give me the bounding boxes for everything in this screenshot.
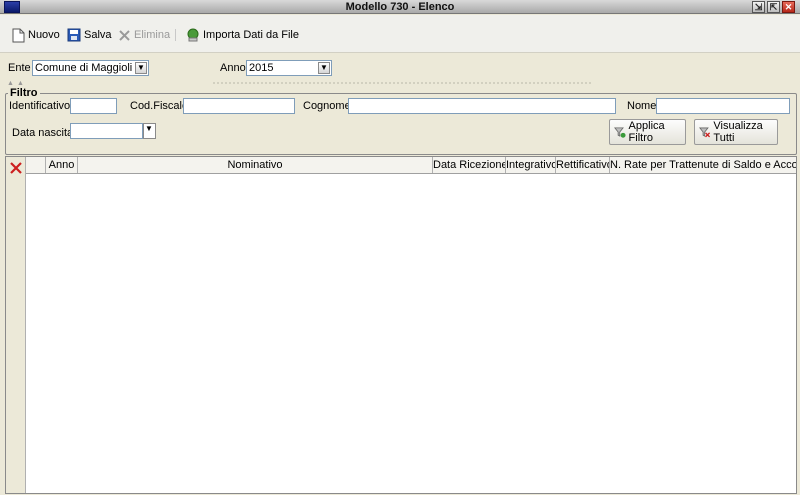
nome-label: Nome [627,100,657,112]
new-document-icon [12,28,25,42]
delete-row-icon[interactable] [10,162,22,174]
import-icon [187,28,199,42]
filter-legend: Filtro [8,86,40,100]
column-header-nominativo[interactable]: Nominativo [78,157,433,173]
new-button-label: Nuovo [28,29,60,41]
close-icon[interactable]: ✕ [782,1,795,13]
cognome-input[interactable] [348,98,616,114]
show-all-label: Visualizza Tutti [713,120,763,144]
import-button-label: Importa Dati da File [203,29,299,41]
datanascita-label: Data nascita [12,127,74,139]
floppy-disk-icon [67,28,81,42]
anno-label: Anno [220,62,246,74]
chevron-down-icon[interactable]: ▼ [143,124,155,136]
column-header-rettificativo[interactable]: Rettificativo [556,157,610,173]
save-button-label: Salva [84,29,112,41]
records-grid[interactable]: Anno Nominativo Data Ricezione Integrati… [5,156,797,494]
codfiscale-label: Cod.Fiscale [130,100,189,112]
identificativo-input[interactable] [70,98,117,114]
import-button[interactable]: Importa Dati da File [186,27,299,43]
identificativo-label: Identificativo [9,100,71,112]
save-button[interactable]: Salva [67,27,112,43]
chevron-down-icon[interactable]: ▼ [318,62,330,74]
title-bar: Modello 730 - Elenco ⇲ ⇱ ✕ [0,0,800,14]
ente-select-value: Comune di Maggioli [35,62,133,74]
grid-row-selector-column [6,157,26,493]
column-header-data-ricezione[interactable]: Data Ricezione [433,157,506,173]
grid-header: Anno Nominativo Data Ricezione Integrati… [26,157,796,174]
ente-label: Ente [8,62,31,74]
date-picker-button[interactable]: ▼ [143,123,156,139]
delete-button[interactable]: Elimina [118,27,170,43]
new-button[interactable]: Nuovo [12,27,60,43]
delete-x-icon [119,29,130,41]
toolbar-separator [175,29,176,41]
ente-select[interactable]: Comune di Maggioli ▼ [32,60,149,76]
datanascita-input[interactable] [70,123,143,139]
restore-icon[interactable]: ⇲ [752,1,765,13]
grid-header-indicator [26,157,46,173]
splitter-handle[interactable] [212,82,592,84]
cognome-label: Cognome [303,100,351,112]
column-header-anno[interactable]: Anno [46,157,78,173]
show-all-button[interactable]: Visualizza Tutti [694,119,778,145]
column-header-integrativo[interactable]: Integrativo [506,157,556,173]
column-header-n-rate[interactable]: N. Rate per Trattenute di Saldo e Accont… [610,157,796,173]
toolbar: Nuovo Salva Elimina Importa Dati da File [0,15,800,53]
apply-filter-label: Applica Filtro [628,120,665,144]
apply-filter-button[interactable]: Applica Filtro [609,119,686,145]
chevron-down-icon[interactable]: ▼ [135,62,147,74]
clear-filter-icon [699,127,711,138]
maximize-icon[interactable]: ⇱ [767,1,780,13]
codfiscale-input[interactable] [183,98,295,114]
delete-button-label: Elimina [134,29,171,41]
nome-input[interactable] [656,98,790,114]
anno-select-value: 2015 [249,62,274,74]
window-title: Modello 730 - Elenco [345,1,455,13]
anno-select[interactable]: 2015 ▼ [246,60,332,76]
filter-funnel-icon [614,127,626,138]
